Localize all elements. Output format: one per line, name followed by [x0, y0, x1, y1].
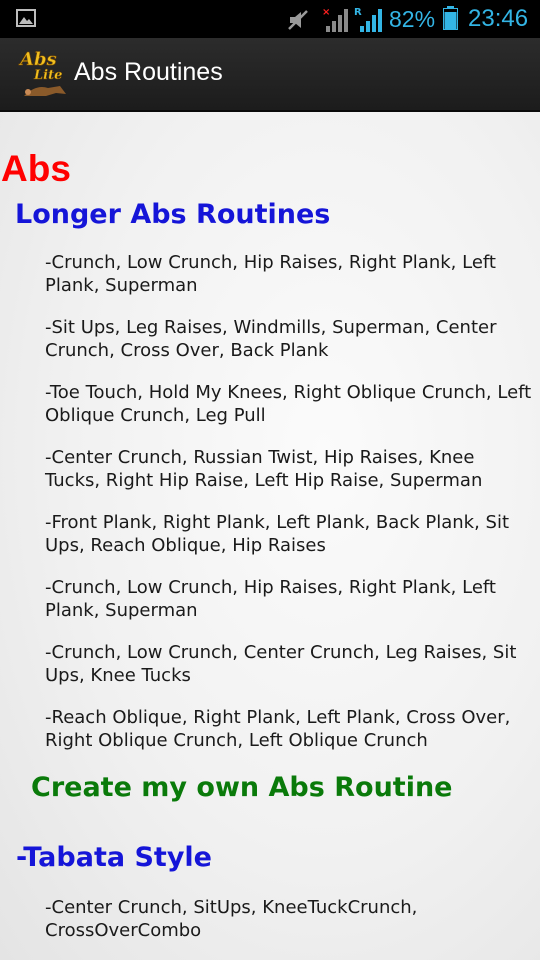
status-bar: × R 82% 23:46: [0, 0, 540, 38]
action-bar: Abs Lite Abs Routines: [0, 38, 540, 112]
clock: 23:46: [468, 5, 529, 32]
section-title: Abs: [1, 148, 71, 189]
routine-item[interactable]: -Toe Touch, Hold My Knees, Right Oblique…: [45, 381, 535, 427]
svg-text:R: R: [354, 7, 362, 18]
longer-routines-heading: Longer Abs Routines: [15, 199, 331, 230]
signal-roaming-icon: R: [354, 7, 382, 32]
routine-item[interactable]: -Crunch, Low Crunch, Hip Raises, Right P…: [45, 251, 535, 297]
mute-icon: [288, 10, 308, 30]
routine-list: Abs Longer Abs Routines -Crunch, Low Cru…: [0, 112, 540, 960]
routine-item[interactable]: -Crunch, Low Crunch, Center Crunch, Leg …: [45, 641, 535, 687]
routine-item[interactable]: -Front Plank, Right Plank, Left Plank, B…: [45, 511, 535, 557]
routine-item[interactable]: -Reach Oblique, Right Plank, Left Plank,…: [45, 706, 535, 752]
app-logo[interactable]: Abs Lite: [16, 46, 72, 102]
battery-percent: 82%: [389, 6, 436, 32]
svg-text:Abs: Abs: [18, 49, 57, 70]
routine-item[interactable]: -Center Crunch, Russian Twist, Hip Raise…: [45, 446, 535, 492]
picture-icon: [16, 9, 36, 27]
tabata-heading: -Tabata Style: [16, 842, 212, 873]
signal-no-data-icon: ×: [322, 7, 348, 32]
svg-text:Lite: Lite: [33, 68, 62, 83]
routine-item[interactable]: -Crunch, Low Crunch, Hip Raises, Right P…: [45, 576, 535, 622]
svg-text:×: ×: [322, 7, 330, 18]
app-title: Abs Routines: [74, 58, 223, 86]
battery-icon: [443, 6, 458, 30]
create-own-routine-link[interactable]: Create my own Abs Routine: [31, 772, 452, 803]
routine-item[interactable]: -Sit Ups, Leg Raises, Windmills, Superma…: [45, 316, 535, 362]
routine-item[interactable]: -Center Crunch, SitUps, KneeTuckCrunch, …: [45, 896, 535, 942]
